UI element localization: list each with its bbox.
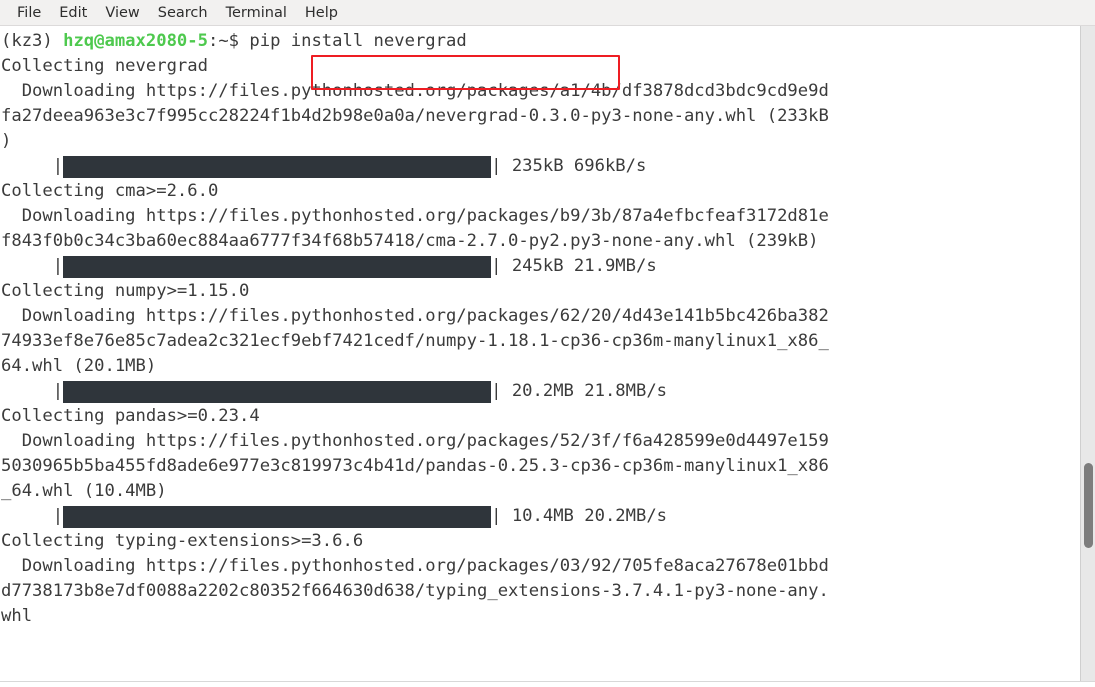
terminal-body: (kz3) hzq@amax2080-5:~$ pip install neve… <box>0 26 1095 687</box>
terminal-output-line: Collecting typing-extensions>=3.6.6 <box>1 531 364 551</box>
terminal-output-line: whl <box>1 606 33 626</box>
progress-bar-line: | | 10.4MB 20.2MB/s <box>1 504 1080 529</box>
menu-item-terminal[interactable]: Terminal <box>217 2 296 24</box>
terminal-output-line: Downloading https://files.pythonhosted.o… <box>1 431 829 451</box>
progress-bar-status: 245kB 21.9MB/s <box>501 256 657 276</box>
progress-bar-status: 235kB 696kB/s <box>501 156 647 176</box>
vertical-scrollbar[interactable] <box>1080 26 1095 687</box>
terminal-output-line: Downloading https://files.pythonhosted.o… <box>1 81 829 101</box>
progress-bar-indent <box>1 154 53 179</box>
menu-item-help[interactable]: Help <box>296 2 347 24</box>
terminal-output-line: Collecting cma>=2.6.0 <box>1 181 219 201</box>
progress-bar-right-bracket: | <box>491 156 502 176</box>
progress-bar-status: 20.2MB 21.8MB/s <box>501 381 668 401</box>
terminal-scrollback: Collecting nevergrad Downloading https:/… <box>1 54 1080 629</box>
terminal-output-line: Downloading https://files.pythonhosted.o… <box>1 556 829 576</box>
prompt-line: (kz3) hzq@amax2080-5:~$ pip install neve… <box>1 29 1080 54</box>
progress-bar-indent <box>1 379 53 404</box>
progress-bar-line: | | 235kB 696kB/s <box>1 154 1080 179</box>
terminal-output[interactable]: (kz3) hzq@amax2080-5:~$ pip install neve… <box>0 26 1080 687</box>
progress-bar-left-bracket: | <box>52 156 64 176</box>
menu-item-edit[interactable]: Edit <box>50 2 96 24</box>
prompt-env: (kz3) <box>1 31 64 51</box>
progress-bar-fill <box>63 155 492 178</box>
menu-item-search[interactable]: Search <box>149 2 217 24</box>
progress-bar-right-bracket: | <box>491 506 502 526</box>
progress-bar-left-bracket: | <box>52 381 64 401</box>
menu-item-file[interactable]: File <box>8 2 50 24</box>
terminal-output-line: fa27deea963e3c7f995cc28224f1b4d2b98e0a0a… <box>1 106 829 126</box>
terminal-output-line: f843f0b0c34c3ba60ec884aa6777f34f68b57418… <box>1 231 819 251</box>
terminal-output-line: ) <box>1 131 12 151</box>
terminal-output-line: 64.whl (20.1MB) <box>1 356 157 376</box>
menu-item-view[interactable]: View <box>96 2 148 24</box>
progress-bar-left-bracket: | <box>52 256 64 276</box>
progress-bar-fill <box>63 380 492 403</box>
terminal-output-line: Collecting numpy>=1.15.0 <box>1 281 250 301</box>
progress-bar-fill <box>63 505 492 528</box>
progress-bar-indent <box>1 254 53 279</box>
window-bottom-edge <box>0 681 1095 687</box>
terminal-output-line: Downloading https://files.pythonhosted.o… <box>1 206 829 226</box>
terminal-output-line: 5030965b5ba455fd8ade6e977e3c819973c4b41d… <box>1 456 829 476</box>
terminal-window: File Edit View Search Terminal Help (kz3… <box>0 0 1095 687</box>
terminal-output-line: _64.whl (10.4MB) <box>1 481 167 501</box>
terminal-output-line: Collecting nevergrad <box>1 56 208 76</box>
terminal-output-line: Collecting pandas>=0.23.4 <box>1 406 260 426</box>
progress-bar-right-bracket: | <box>491 381 502 401</box>
progress-bar-left-bracket: | <box>52 506 64 526</box>
prompt-path: :~$ <box>207 31 250 51</box>
prompt-user-host: hzq@amax2080-5 <box>63 31 208 51</box>
progress-bar-line: | | 20.2MB 21.8MB/s <box>1 379 1080 404</box>
terminal-output-line: 74933ef8e76e85c7adea2c321ecf9ebf7421cedf… <box>1 331 829 351</box>
progress-bar-fill <box>63 255 492 278</box>
scrollbar-thumb[interactable] <box>1084 463 1093 548</box>
progress-bar-indent <box>1 504 53 529</box>
terminal-output-line: d7738173b8e7df0088a2202c80352f664630d638… <box>1 581 829 601</box>
progress-bar-right-bracket: | <box>491 256 502 276</box>
terminal-command: pip install nevergrad <box>249 31 467 51</box>
progress-bar-status: 10.4MB 20.2MB/s <box>501 506 668 526</box>
progress-bar-line: | | 245kB 21.9MB/s <box>1 254 1080 279</box>
menu-bar: File Edit View Search Terminal Help <box>0 0 1095 26</box>
terminal-output-line: Downloading https://files.pythonhosted.o… <box>1 306 829 326</box>
